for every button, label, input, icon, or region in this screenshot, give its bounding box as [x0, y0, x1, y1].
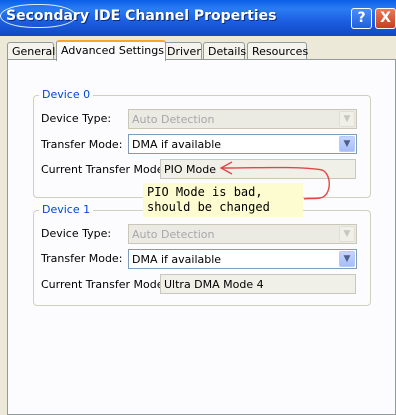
close-button[interactable]: X: [375, 8, 396, 29]
device-0-transfer-select[interactable]: DMA if available ▼: [128, 134, 357, 154]
device-0-type-select: Auto Detection ▼: [128, 109, 357, 129]
tab-details[interactable]: Details: [203, 42, 246, 59]
device-1-type-value: Auto Detection: [132, 228, 215, 241]
device-0-title: Device 0: [39, 88, 94, 101]
device-1-type-label: Device Type:: [41, 227, 112, 240]
device-0-transfer-label: Transfer Mode:: [41, 138, 123, 151]
device-1-current-field: Ultra DMA Mode 4: [160, 274, 356, 294]
device-0-type-label: Device Type:: [41, 112, 112, 125]
device-0-current-value: PIO Mode: [164, 163, 217, 176]
device-1-current-value: Ultra DMA Mode 4: [164, 278, 264, 291]
tab-general[interactable]: General: [7, 42, 55, 59]
chevron-down-icon: ▼: [339, 226, 355, 242]
device-0-current-field: PIO Mode: [160, 159, 356, 179]
annotation-line-1: PIO Mode is bad,: [147, 185, 263, 199]
tab-driver[interactable]: Driver: [162, 42, 202, 59]
chevron-down-icon[interactable]: ▼: [339, 136, 355, 152]
device-1-transfer-value: DMA if available: [132, 253, 222, 266]
annotation-line-2: should be changed: [147, 200, 270, 214]
chevron-down-icon: ▼: [339, 111, 355, 127]
tab-advanced-settings[interactable]: Advanced Settings: [56, 40, 166, 61]
device-1-transfer-select[interactable]: DMA if available ▼: [128, 249, 357, 269]
chevron-down-icon[interactable]: ▼: [339, 251, 355, 267]
title-highlight-scribble: [0, 4, 76, 28]
device-1-transfer-label: Transfer Mode:: [41, 252, 123, 265]
annotation-note: PIO Mode is bad, should be changed: [143, 183, 303, 217]
device-1-title: Device 1: [39, 203, 94, 216]
device-0-type-value: Auto Detection: [132, 113, 215, 126]
device-1-type-select: Auto Detection ▼: [128, 224, 357, 244]
device-0-transfer-value: DMA if available: [132, 138, 222, 151]
device-0-current-label: Current Transfer Mode:: [41, 163, 168, 176]
tab-resources[interactable]: Resources: [247, 42, 308, 59]
title-bar[interactable]: Secondary IDE Channel Properties ? X: [0, 0, 396, 36]
device-1-current-label: Current Transfer Mode:: [41, 278, 168, 291]
help-button[interactable]: ?: [351, 8, 372, 29]
